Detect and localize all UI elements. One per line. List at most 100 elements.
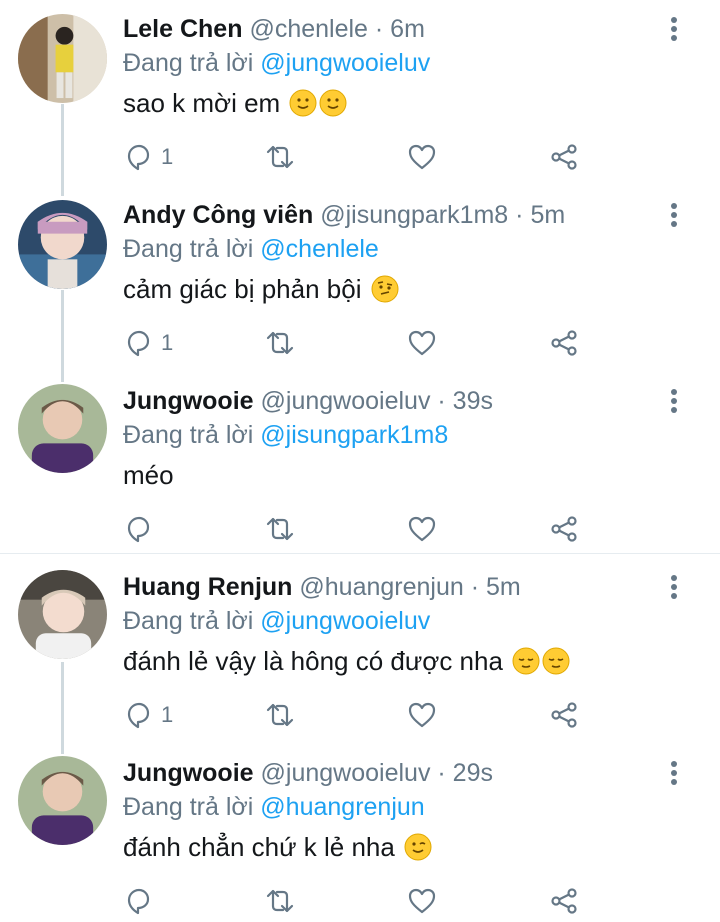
mention-link[interactable]: @jungwooieluv <box>260 607 430 635</box>
user-handle[interactable]: @chenlele <box>249 15 368 43</box>
more-vertical-icon[interactable] <box>664 14 684 44</box>
avatar[interactable] <box>18 756 107 845</box>
tweet-header: Lele Chen @chenlele · 6m <box>123 12 425 46</box>
share-button[interactable] <box>549 328 579 358</box>
share-button[interactable] <box>549 514 579 544</box>
reply-button[interactable]: 1 <box>123 142 173 172</box>
tweet-header: Jungwooie @jungwooieluv · 29s <box>123 756 493 790</box>
thread-divider <box>0 553 720 554</box>
display-name[interactable]: Huang Renjun <box>123 573 292 601</box>
tweet[interactable]: Jungwooie @jungwooieluv · 29s Đang trả l… <box>0 744 720 922</box>
user-handle[interactable]: @jungwooieluv <box>261 387 431 415</box>
slightly-smiling-face-emoji <box>289 89 317 117</box>
user-handle[interactable]: @jungwooieluv <box>261 759 431 787</box>
tweet-header: Huang Renjun @huangrenjun · 5m <box>123 570 521 604</box>
tweet[interactable]: Jungwooie @jungwooieluv · 39s Đang trả l… <box>0 372 720 553</box>
retweet-button[interactable] <box>265 886 295 916</box>
tweet-actions <box>123 514 603 544</box>
tweet-header: Andy Công viên @jisungpark1m8 · 5m <box>123 198 565 232</box>
heart-icon <box>408 144 436 170</box>
reply-prefix: Đang trả lời <box>123 49 254 77</box>
retweet-button[interactable] <box>265 328 295 358</box>
display-name[interactable]: Jungwooie <box>123 759 254 787</box>
share-button[interactable] <box>549 886 579 916</box>
share-icon <box>551 144 577 170</box>
tweet-header: Jungwooie @jungwooieluv · 39s <box>123 384 493 418</box>
tweet[interactable]: Lele Chen @chenlele · 6m Đang trả lời @j… <box>0 0 720 186</box>
avatar[interactable] <box>18 200 107 289</box>
share-icon <box>551 516 577 542</box>
share-icon <box>551 702 577 728</box>
reply-prefix: Đang trả lời <box>123 793 254 821</box>
timestamp: · 39s <box>437 387 493 415</box>
more-vertical-icon[interactable] <box>664 572 684 602</box>
timestamp: · 6m <box>374 15 425 43</box>
retweet-button[interactable] <box>265 142 295 172</box>
like-button[interactable] <box>407 142 437 172</box>
slightly-smiling-face-emoji <box>319 89 347 117</box>
reply-button[interactable] <box>123 514 161 544</box>
tweet-text-content: đánh lẻ vậy là hông có được nha <box>123 646 503 676</box>
retweet-icon <box>266 889 294 913</box>
tweet-actions: 1 <box>123 142 603 172</box>
user-handle[interactable]: @huangrenjun <box>299 573 463 601</box>
retweet-icon <box>266 703 294 727</box>
like-button[interactable] <box>407 328 437 358</box>
reply-icon <box>127 888 150 915</box>
reply-context: Đang trả lời @huangrenjun <box>123 790 425 824</box>
reply-button[interactable] <box>123 886 161 916</box>
like-button[interactable] <box>407 700 437 730</box>
share-icon <box>551 330 577 356</box>
reply-button[interactable]: 1 <box>123 700 173 730</box>
mention-link[interactable]: @jisungpark1m8 <box>260 421 448 449</box>
share-button[interactable] <box>549 142 579 172</box>
reply-icon <box>127 516 150 543</box>
retweet-button[interactable] <box>265 514 295 544</box>
more-vertical-icon[interactable] <box>664 758 684 788</box>
retweet-icon <box>266 145 294 169</box>
tweet-text-content: đánh chẳn chứ k lẻ nha <box>123 832 395 862</box>
share-icon <box>551 888 577 914</box>
tweet-text-content: cảm giác bị phản bội <box>123 274 362 304</box>
heart-icon <box>408 330 436 356</box>
display-name[interactable]: Andy Công viên <box>123 201 313 229</box>
reply-icon <box>127 702 150 729</box>
user-handle[interactable]: @jisungpark1m8 <box>320 201 508 229</box>
heart-icon <box>408 702 436 728</box>
mention-link[interactable]: @jungwooieluv <box>260 49 430 77</box>
timestamp: · 5m <box>515 201 566 229</box>
avatar[interactable] <box>18 570 107 659</box>
reply-prefix: Đang trả lời <box>123 421 254 449</box>
retweet-icon <box>266 331 294 355</box>
retweet-icon <box>266 517 294 541</box>
avatar[interactable] <box>18 384 107 473</box>
more-vertical-icon[interactable] <box>664 386 684 416</box>
reply-prefix: Đang trả lời <box>123 607 254 635</box>
reply-context: Đang trả lời @jisungpark1m8 <box>123 418 448 452</box>
like-button[interactable] <box>407 886 437 916</box>
display-name[interactable]: Lele Chen <box>123 15 242 43</box>
relieved-face-emoji <box>542 647 570 675</box>
tweet[interactable]: Huang Renjun @huangrenjun · 5m Đang trả … <box>0 558 720 744</box>
tweet[interactable]: Andy Công viên @jisungpark1m8 · 5m Đang … <box>0 186 720 372</box>
reply-context: Đang trả lời @chenlele <box>123 232 379 266</box>
tweet-text: sao k mời em <box>123 86 347 120</box>
more-vertical-icon[interactable] <box>664 200 684 230</box>
tweet-text-content: méo <box>123 460 174 490</box>
display-name[interactable]: Jungwooie <box>123 387 254 415</box>
heart-icon <box>408 516 436 542</box>
tweet-actions: 1 <box>123 328 603 358</box>
mention-link[interactable]: @chenlele <box>260 235 379 263</box>
reply-prefix: Đang trả lời <box>123 235 254 263</box>
tweet-text: cảm giác bị phản bội <box>123 272 399 306</box>
tweet-text: đánh lẻ vậy là hông có được nha <box>123 644 570 678</box>
avatar[interactable] <box>18 14 107 103</box>
reply-button[interactable]: 1 <box>123 328 173 358</box>
tweet-text: méo <box>123 458 174 492</box>
raised-eyebrow-face-emoji <box>371 275 399 303</box>
mention-link[interactable]: @huangrenjun <box>260 793 424 821</box>
winking-face-emoji <box>404 833 432 861</box>
like-button[interactable] <box>407 514 437 544</box>
retweet-button[interactable] <box>265 700 295 730</box>
share-button[interactable] <box>549 700 579 730</box>
